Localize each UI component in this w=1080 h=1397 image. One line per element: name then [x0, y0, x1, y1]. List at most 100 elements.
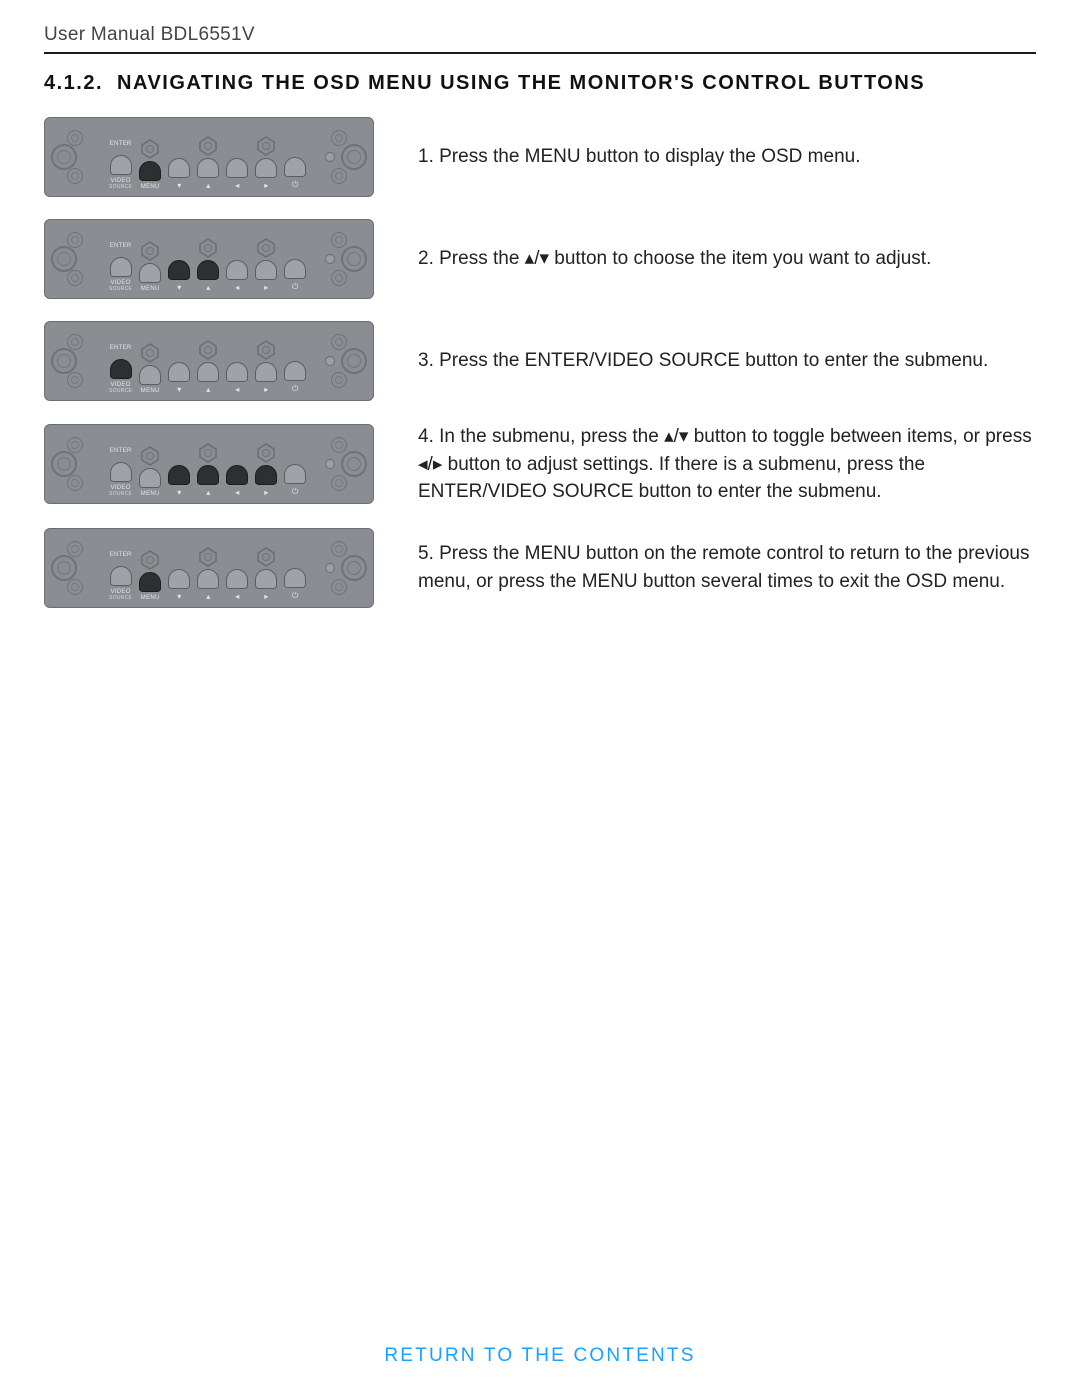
panel-label-power: ⏻ [292, 180, 298, 190]
panel-label-enter: ENTER [110, 552, 132, 558]
panel-button-menu [139, 468, 161, 488]
panel-button-power-col: ⏻ [284, 157, 306, 190]
screw-icon [67, 541, 83, 557]
panel-button-up [197, 465, 219, 485]
panel-button-up-col: ▴ [197, 362, 219, 394]
panel-label-menu: MENU [141, 388, 160, 394]
screw-icon [67, 270, 83, 286]
panel-label-power: ⏻ [292, 591, 298, 601]
panel-button-menu [139, 365, 161, 385]
control-panel-diagram: ENTERVIDEOSOURCEMENU▾▴◂▸⏻ [44, 424, 374, 504]
panel-label-enter: ENTER [110, 141, 132, 147]
screw-icon [331, 168, 347, 184]
hex-icon [198, 340, 218, 360]
step-row: ENTERVIDEOSOURCEMENU▾▴◂▸⏻1. Press the ME… [44, 117, 1036, 197]
panel-button-menu-col: MENU [139, 263, 161, 292]
panel-label-menu: MENU [141, 184, 160, 190]
panel-button-right-col: ▸ [255, 260, 277, 292]
panel-button-left-col: ◂ [226, 569, 248, 601]
panel-button-menu [139, 161, 161, 181]
step-text: Press the MENU button to display the OSD… [439, 146, 860, 167]
hex-icon [256, 547, 276, 567]
panel-button-right-col: ▸ [255, 465, 277, 497]
step-number: 3. [418, 350, 439, 371]
panel-button-left-col: ◂ [226, 260, 248, 292]
panel-label-up: ▴ [206, 385, 210, 394]
screw-icon [331, 437, 347, 453]
panel-button-power-col: ⏻ [284, 361, 306, 394]
panel-button-enter [110, 566, 132, 586]
step-text: Press the ENTER/VIDEO SOURCE button to e… [439, 350, 988, 371]
panel-button-enter-col: ENTERVIDEOSOURCE [109, 155, 132, 190]
step-description: 5. Press the MENU button on the remote c… [418, 540, 1036, 595]
panel-label-right: ▸ [264, 283, 268, 292]
step-number: 2. [418, 248, 439, 269]
step-row: ENTERVIDEOSOURCEMENU▾▴◂▸⏻4. In the subme… [44, 423, 1036, 506]
screw-icon [67, 579, 83, 595]
hex-icon [198, 136, 218, 156]
panel-label-right: ▸ [264, 385, 268, 394]
hex-icon [140, 343, 160, 363]
hex-icon [140, 139, 160, 159]
step-row: ENTERVIDEOSOURCEMENU▾▴◂▸⏻2. Press the ▴/… [44, 219, 1036, 299]
doc-header: User Manual BDL6551V [44, 24, 1036, 46]
panel-button-down [168, 569, 190, 589]
panel-label-down: ▾ [177, 181, 181, 190]
screw-icon [331, 334, 347, 350]
panel-button-right [255, 569, 277, 589]
section-number: 4.1.2. [44, 72, 103, 95]
hex-icon [140, 446, 160, 466]
screw-icon [67, 437, 83, 453]
panel-button-menu-col: MENU [139, 161, 161, 190]
panel-button-down-col: ▾ [168, 569, 190, 601]
hex-icon [256, 136, 276, 156]
panel-label-left: ◂ [235, 592, 239, 601]
hex-icon [140, 550, 160, 570]
panel-label-down: ▾ [177, 385, 181, 394]
panel-label-video-source: VIDEOSOURCE [109, 178, 132, 190]
step-description: 4. In the submenu, press the ▴/▾ button … [418, 423, 1036, 506]
section-title: 4.1.2. NAVIGATING THE OSD MENU USING THE … [44, 72, 1036, 95]
step-description: 2. Press the ▴/▾ button to choose the it… [418, 245, 1036, 273]
step-text: Press the MENU button on the remote cont… [418, 543, 1029, 592]
screw-icon [67, 372, 83, 388]
panel-label-enter: ENTER [110, 345, 132, 351]
panel-label-left: ◂ [235, 385, 239, 394]
panel-button-menu [139, 263, 161, 283]
screw-icon [67, 130, 83, 146]
panel-button-power [284, 464, 306, 484]
hex-icon [256, 238, 276, 258]
panel-label-power: ⏻ [292, 282, 298, 292]
panel-label-down: ▾ [177, 488, 181, 497]
panel-label-menu: MENU [141, 491, 160, 497]
screw-icon [331, 541, 347, 557]
screw-icon [67, 475, 83, 491]
panel-button-right [255, 260, 277, 280]
control-panel-diagram: ENTERVIDEOSOURCEMENU▾▴◂▸⏻ [44, 321, 374, 401]
control-panel-diagram: ENTERVIDEOSOURCEMENU▾▴◂▸⏻ [44, 528, 374, 608]
panel-label-video-source: VIDEOSOURCE [109, 589, 132, 601]
panel-button-power [284, 157, 306, 177]
hex-icon [256, 340, 276, 360]
step-row: ENTERVIDEOSOURCEMENU▾▴◂▸⏻3. Press the EN… [44, 321, 1036, 401]
panel-button-down-col: ▾ [168, 465, 190, 497]
section-title-text: NAVIGATING THE OSD MENU USING THE MONITO… [117, 72, 925, 94]
panel-button-enter [110, 257, 132, 277]
screw-icon [67, 232, 83, 248]
panel-button-menu [139, 572, 161, 592]
screw-icon [331, 475, 347, 491]
step-number: 5. [418, 543, 439, 564]
panel-button-right [255, 362, 277, 382]
panel-button-up [197, 260, 219, 280]
panel-label-video-source: VIDEOSOURCE [109, 280, 132, 292]
hex-icon [198, 547, 218, 567]
control-panel-diagram: ENTERVIDEOSOURCEMENU▾▴◂▸⏻ [44, 117, 374, 197]
panel-label-up: ▴ [206, 592, 210, 601]
step-text: In the submenu, press the ▴/▾ button to … [418, 426, 1032, 502]
panel-button-left [226, 465, 248, 485]
screw-icon [331, 270, 347, 286]
panel-button-up [197, 362, 219, 382]
panel-button-power [284, 259, 306, 279]
return-to-contents-link[interactable]: RETURN TO THE CONTENTS [0, 1345, 1080, 1367]
panel-label-up: ▴ [206, 488, 210, 497]
